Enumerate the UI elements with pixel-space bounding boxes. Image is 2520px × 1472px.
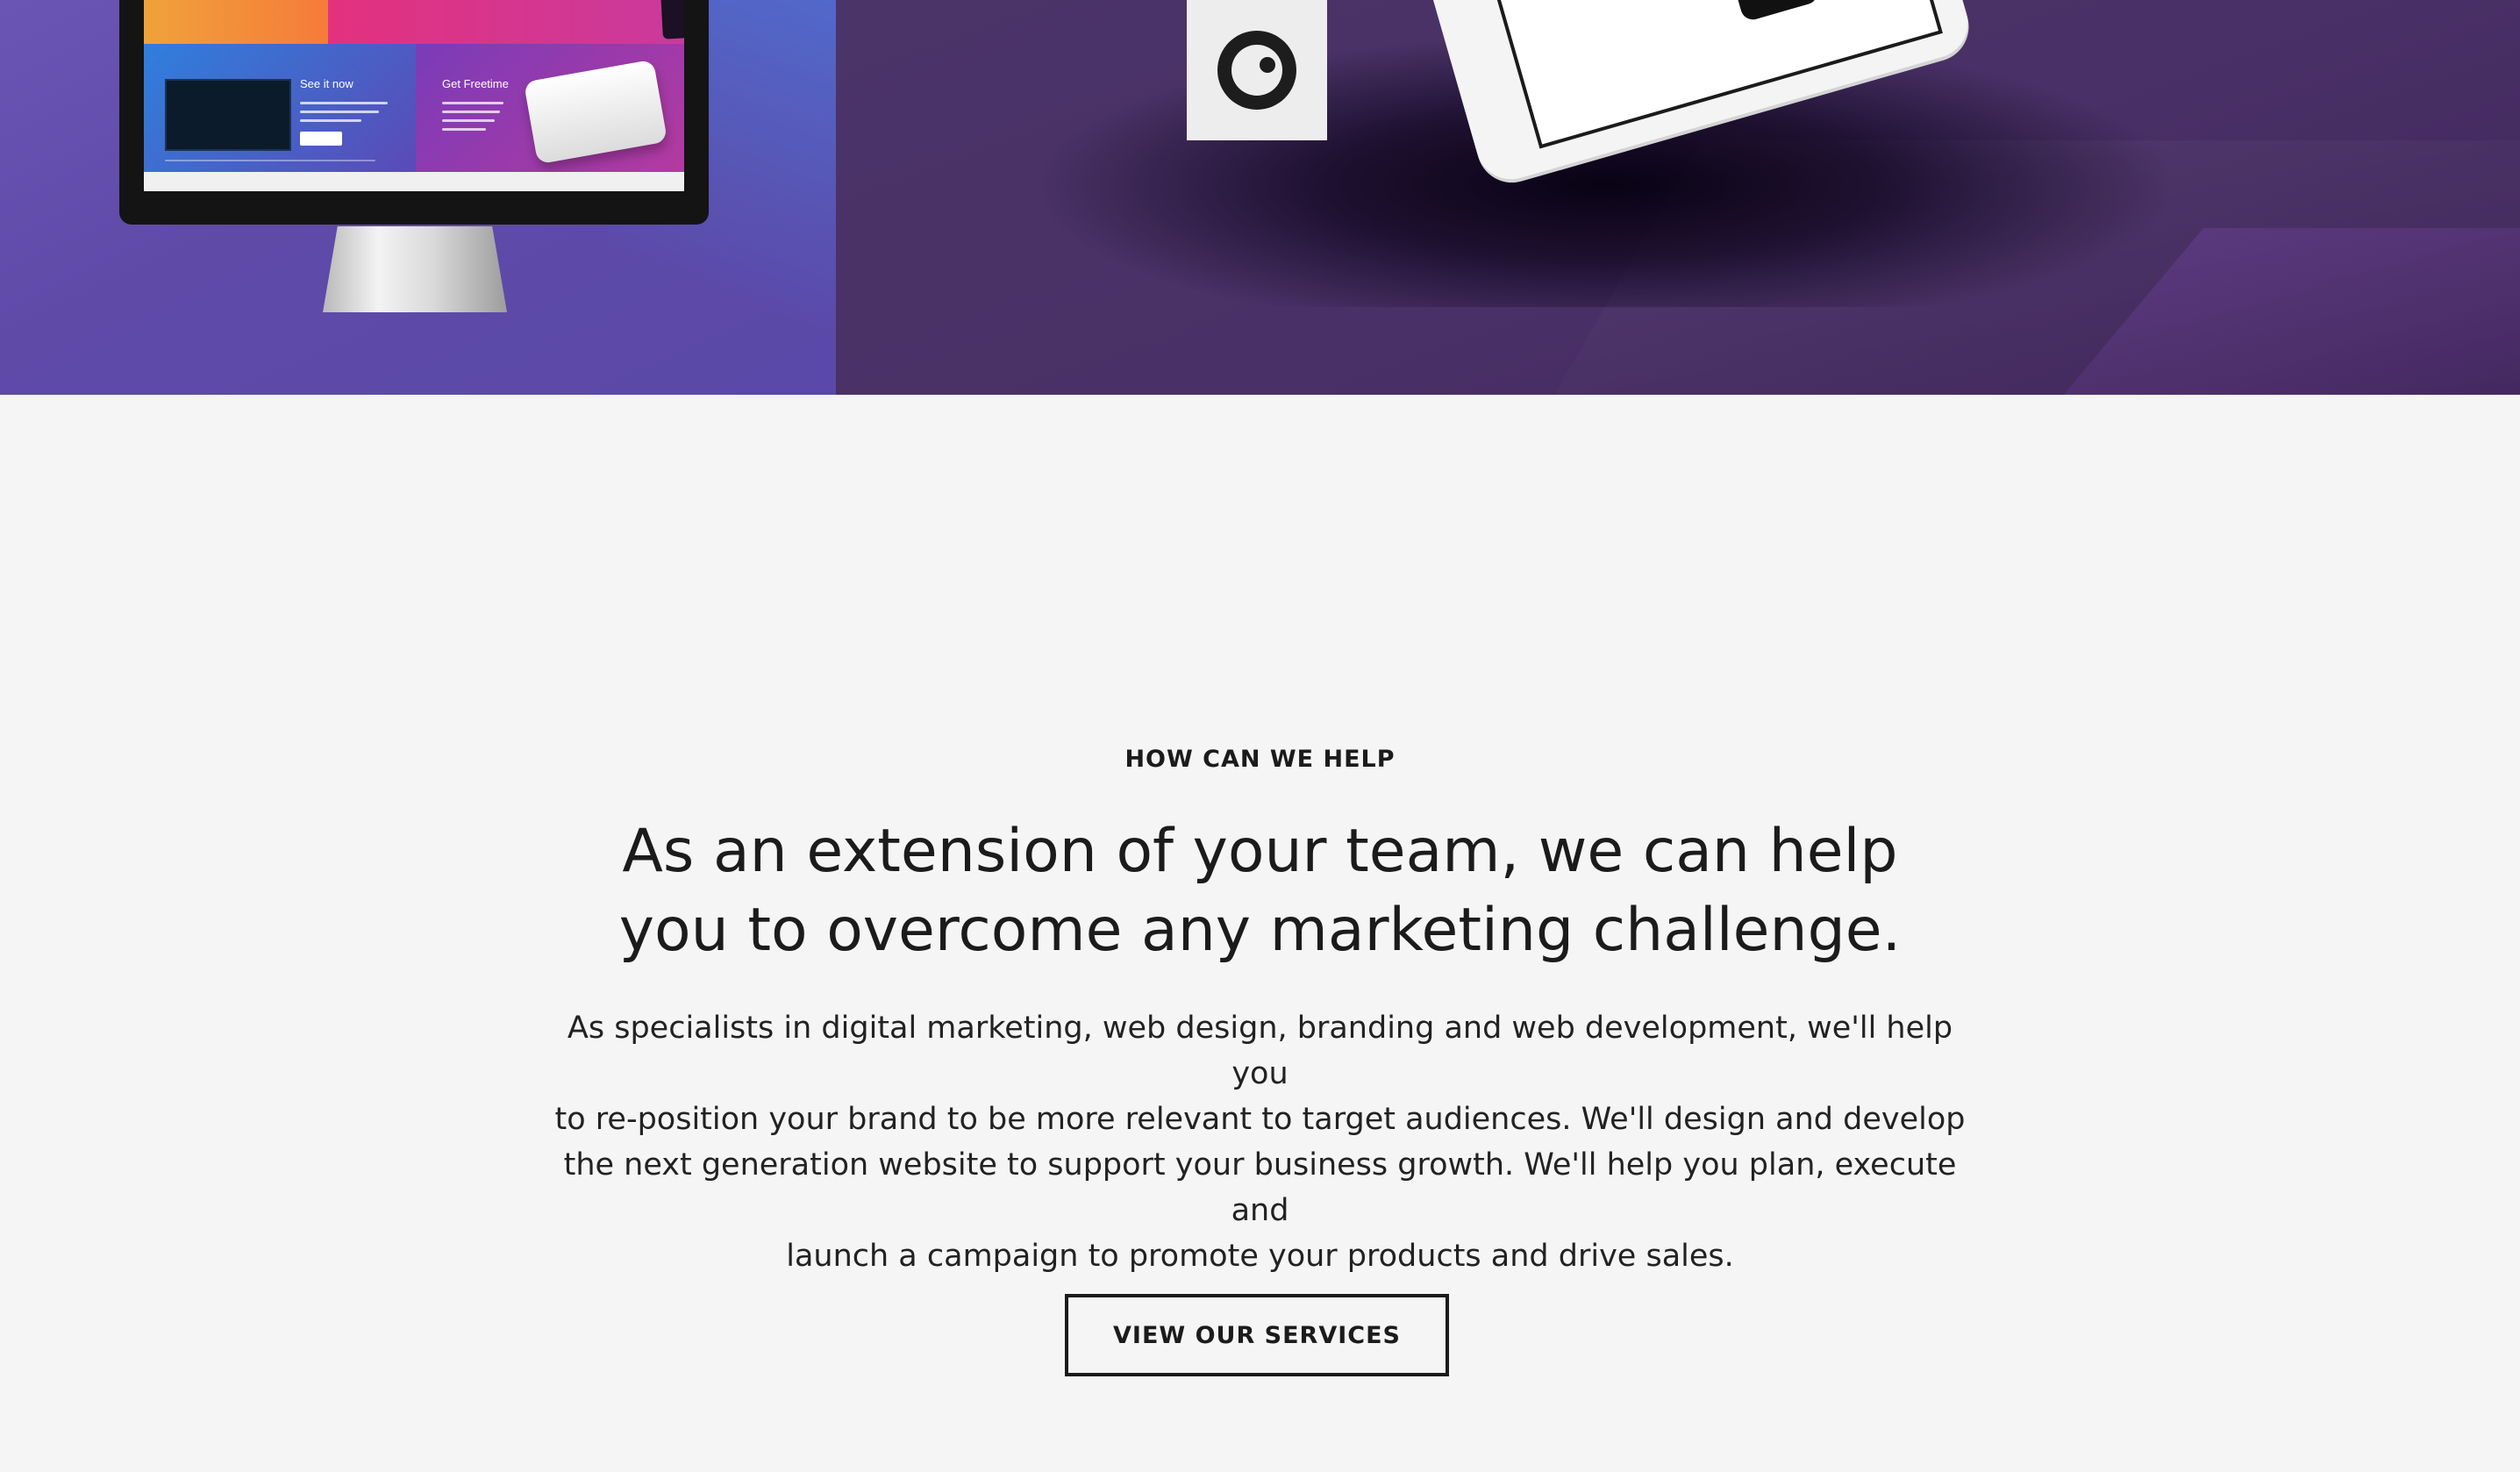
tv-image	[660, 0, 684, 39]
headline-line-1: As an extension of your team, we can hel…	[622, 817, 1898, 886]
body-line-3: the next generation website to support y…	[563, 1147, 1957, 1228]
headline-line-2: you to overcome any marketing challenge.	[618, 896, 1902, 965]
monitor-stand	[323, 226, 507, 312]
view-our-services-button[interactable]: VIEW OUR SERVICES	[1065, 1294, 1449, 1376]
brand-logo-icon	[1217, 31, 1296, 110]
screen-tile-purple: Get Freetime	[416, 44, 684, 172]
how-can-we-help-section: HOW CAN WE HELP As an extension of your …	[0, 395, 2520, 1472]
see-it-now-label: See it now	[300, 77, 353, 90]
desktop-monitor-mockup: See it now Get Freetime	[119, 0, 709, 225]
get-freetime-label: Get Freetime	[442, 77, 509, 90]
section-body-text: As specialists in digital marketing, web…	[544, 1005, 1976, 1279]
brand-logo[interactable]	[1187, 0, 1327, 140]
programme-thumbnail	[165, 79, 291, 151]
body-line-4: launch a campaign to promote your produc…	[786, 1239, 1734, 1274]
section-eyebrow: HOW CAN WE HELP	[1124, 746, 1396, 773]
screen-tile-pink	[328, 0, 684, 44]
body-line-2: to re-position your brand to be more rel…	[554, 1102, 1966, 1137]
hero-left-panel: See it now Get Freetime	[0, 0, 836, 395]
hero-showcase: See it now Get Freetime	[0, 0, 2520, 395]
screen-tile-blue: See it now	[144, 44, 416, 172]
section-headline: As an extension of your team, we can hel…	[614, 812, 1906, 970]
screen-tile-orange	[144, 0, 328, 44]
monitor-screen: See it now Get Freetime	[144, 0, 684, 191]
find-it-button	[300, 132, 342, 146]
screen-footer	[144, 172, 684, 191]
body-line-1: As specialists in digital marketing, web…	[567, 1011, 1953, 1091]
set-top-box-image	[523, 59, 668, 165]
